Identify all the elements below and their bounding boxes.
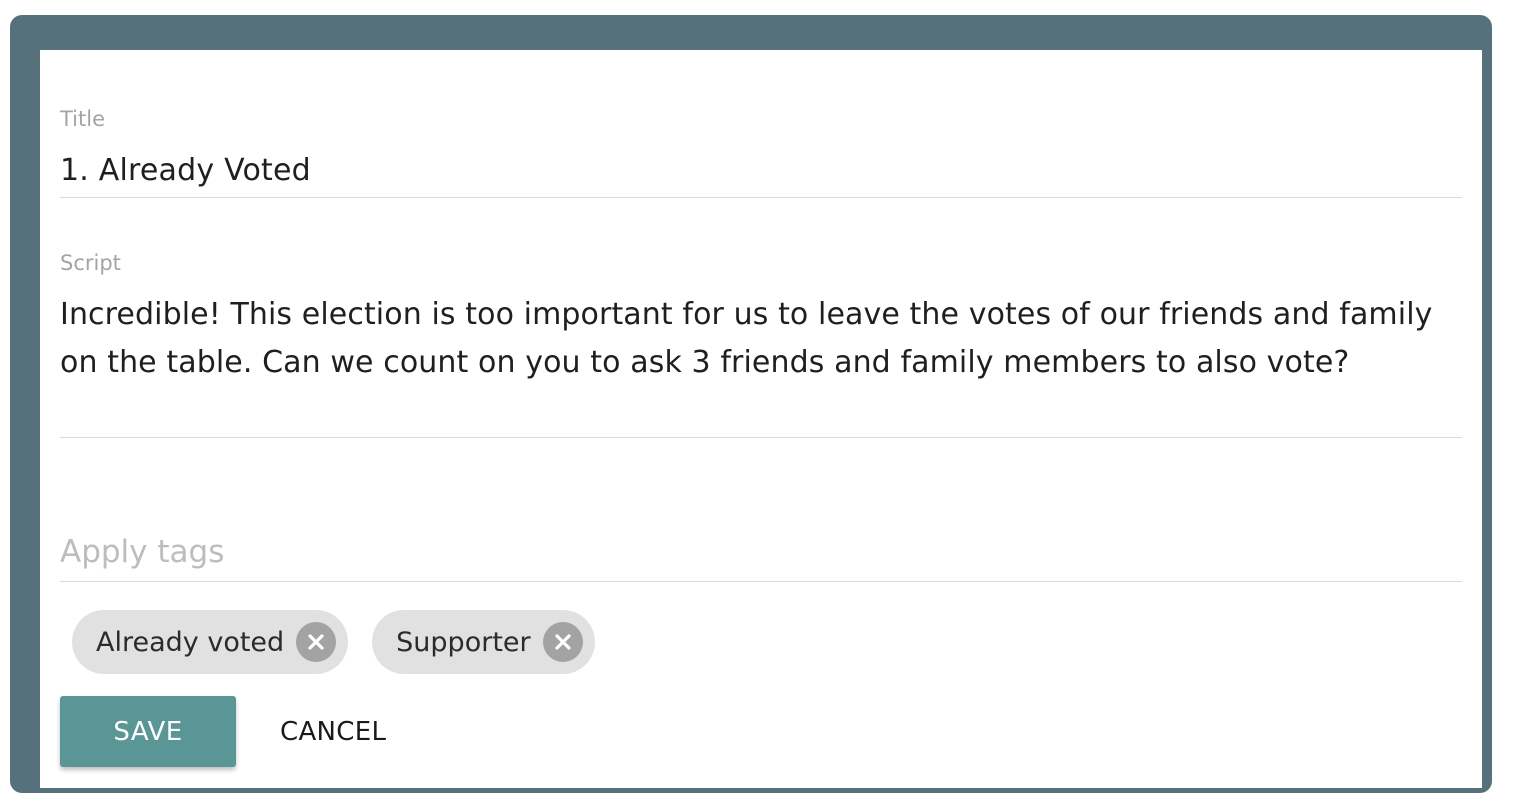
title-input[interactable]: 1. Already Voted bbox=[60, 153, 311, 189]
apply-tags-input[interactable] bbox=[60, 528, 1462, 576]
script-textarea[interactable]: Incredible! This election is too importa… bbox=[60, 291, 1460, 387]
tag-chip-already-voted[interactable]: Already voted bbox=[72, 610, 349, 674]
title-label: Title bbox=[60, 107, 106, 131]
dialog-frame: Title 1. Already Voted Script Incredible… bbox=[10, 15, 1492, 793]
close-circle-icon[interactable] bbox=[296, 622, 337, 662]
tag-chip-supporter[interactable]: Supporter bbox=[372, 610, 595, 674]
save-button[interactable]: SAVE bbox=[60, 696, 236, 767]
close-icon bbox=[308, 634, 324, 650]
apply-tags-field[interactable] bbox=[60, 528, 1462, 582]
close-icon bbox=[555, 634, 571, 650]
cancel-button[interactable]: CANCEL bbox=[260, 696, 406, 767]
close-circle-icon[interactable] bbox=[542, 622, 583, 662]
title-field[interactable]: Title 1. Already Voted bbox=[60, 109, 1462, 198]
tag-chip-label: Already voted bbox=[96, 626, 285, 658]
tag-chip-label: Supporter bbox=[396, 626, 531, 658]
script-field[interactable]: Script Incredible! This election is too … bbox=[60, 253, 1462, 438]
tag-chip-list: Already voted Supporter bbox=[72, 610, 595, 674]
script-editor-form: Title 1. Already Voted Script Incredible… bbox=[40, 50, 1482, 788]
script-label: Script bbox=[60, 251, 121, 275]
